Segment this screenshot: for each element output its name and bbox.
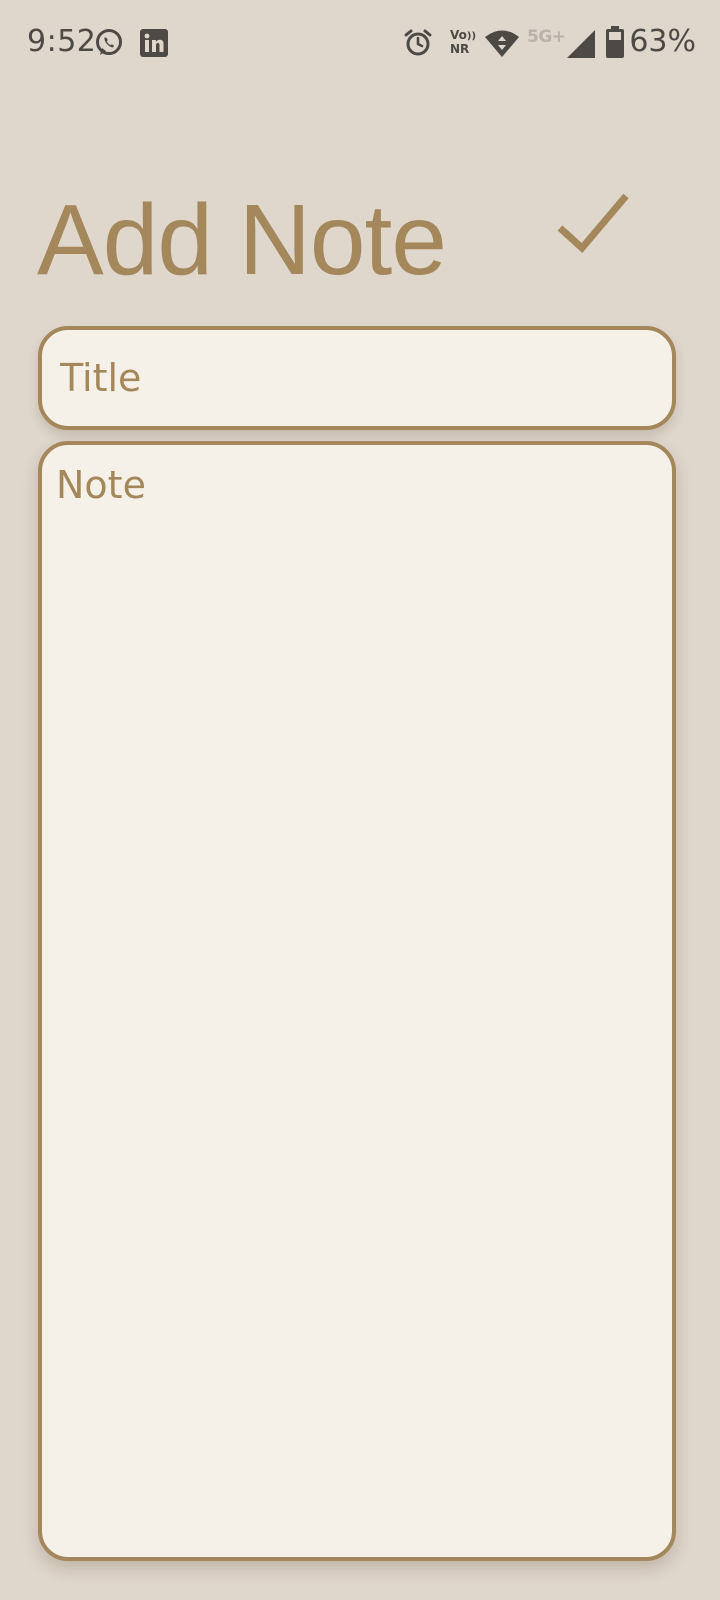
battery-percentage: 63% <box>629 24 696 59</box>
signal-icon <box>567 30 595 58</box>
save-button[interactable] <box>554 190 634 260</box>
status-time: 9:52 <box>27 24 97 59</box>
battery-icon <box>606 26 624 58</box>
nr-label: NR <box>450 42 470 56</box>
note-input[interactable] <box>38 441 676 1561</box>
linkedin-icon <box>140 29 168 57</box>
title-input[interactable] <box>38 326 676 430</box>
network-type-label: 5G+ <box>527 27 566 47</box>
whatsapp-icon <box>96 29 122 55</box>
wifi-icon <box>485 30 519 57</box>
vo-label: Vo <box>450 28 467 42</box>
status-bar: 9:52 Vo)) NR 5G+ 63% <box>0 0 720 88</box>
alarm-icon <box>404 29 432 56</box>
page-title: Add Note <box>37 184 447 296</box>
vonr-icon: Vo)) NR <box>450 28 477 56</box>
check-icon <box>557 193 629 254</box>
